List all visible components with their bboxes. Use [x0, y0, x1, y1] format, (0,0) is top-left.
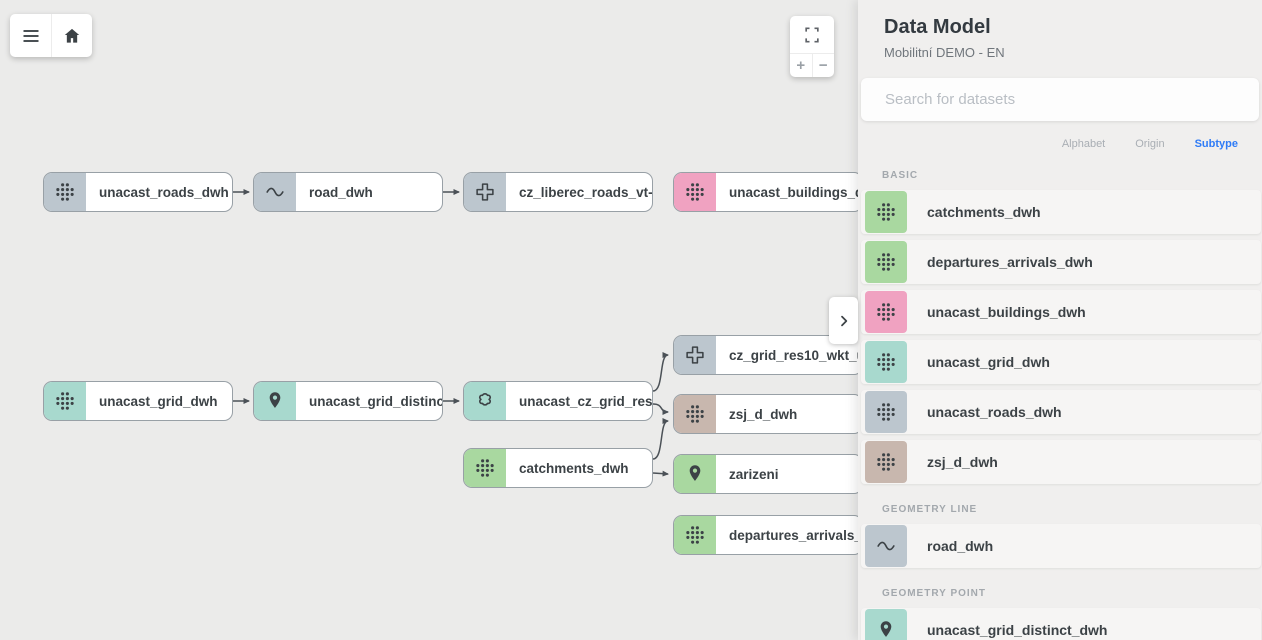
dataset-label: zsj_d_dwh [927, 454, 998, 470]
dots-grid-icon [44, 173, 86, 211]
dataset-row-zsj_d_dwh[interactable]: zsj_d_dwh [861, 440, 1261, 484]
puzzle-icon [674, 336, 716, 374]
dots-grid-icon [865, 391, 907, 433]
node-catchments_dwh[interactable]: catchments_dwh [463, 448, 653, 488]
home-icon [62, 26, 82, 46]
search-input[interactable] [861, 78, 1259, 121]
dots-grid-icon [865, 241, 907, 283]
section-label: GEOMETRY LINE [858, 490, 1262, 524]
dataset-label: unacast_grid_dwh [927, 354, 1050, 370]
edge-catchments_dwh-to-zarizeni [653, 473, 668, 474]
pin-icon [254, 382, 296, 420]
node-cz_liberec_roads[interactable]: cz_liberec_roads_vt-7 [463, 172, 653, 212]
dataset-label: unacast_buildings_dwh [927, 304, 1086, 320]
zoom-in-button[interactable]: + [790, 54, 812, 77]
edge-catchments_dwh-to-zsj_d_dwh [653, 421, 668, 459]
page-title: Data Model [884, 16, 1238, 39]
pin-icon [865, 609, 907, 640]
chevron-right-icon [836, 313, 852, 329]
node-label: departures_arrivals_d [716, 516, 863, 554]
dots-grid-icon [674, 173, 716, 211]
dots-grid-icon [674, 395, 716, 433]
puzzle-icon [464, 173, 506, 211]
search-wrap [861, 78, 1260, 121]
node-unacast_roads_dwh[interactable]: unacast_roads_dwh [43, 172, 233, 212]
node-label: unacast_grid_dwh [86, 382, 232, 420]
dataset-label: departures_arrivals_dwh [927, 254, 1093, 270]
data-model-panel: Data Model Mobilitní DEMO - EN Alphabet O… [858, 0, 1262, 640]
dots-grid-icon [865, 441, 907, 483]
node-unacast_buildings[interactable]: unacast_buildings_dw [673, 172, 863, 212]
node-label: catchments_dwh [506, 449, 652, 487]
dots-grid-icon [865, 191, 907, 233]
dataset-row-unacast_buildings_dwh[interactable]: unacast_buildings_dwh [861, 290, 1261, 334]
fullscreen-icon [802, 25, 822, 45]
node-unacast_cz_grid_res1[interactable]: unacast_cz_grid_res1 [463, 381, 653, 421]
dataset-row-catchments_dwh[interactable]: catchments_dwh [861, 190, 1261, 234]
zoom-out-button[interactable]: − [812, 54, 835, 77]
panel-header: Data Model Mobilitní DEMO - EN [858, 0, 1262, 60]
section-label: BASIC [858, 156, 1262, 190]
panel-subtitle: Mobilitní DEMO - EN [884, 45, 1238, 60]
dataset-row-unacast_roads_dwh[interactable]: unacast_roads_dwh [861, 390, 1261, 434]
dots-grid-icon [464, 449, 506, 487]
dataset-row-road_dwh[interactable]: road_dwh [861, 524, 1261, 568]
node-zsj_d_dwh[interactable]: zsj_d_dwh [673, 394, 863, 434]
node-label: road_dwh [296, 173, 442, 211]
node-label: zarizeni [716, 455, 862, 493]
home-button[interactable] [51, 14, 92, 57]
node-zarizeni[interactable]: zarizeni [673, 454, 863, 494]
sort-tab-origin[interactable]: Origin [1135, 138, 1164, 150]
dataset-label: catchments_dwh [927, 204, 1041, 220]
menu-icon [21, 26, 41, 46]
sort-tabs: Alphabet Origin Subtype [858, 121, 1262, 152]
blob-icon [464, 382, 506, 420]
dataset-label: unacast_grid_distinct_dwh [927, 622, 1107, 638]
node-label: unacast_buildings_dw [716, 173, 863, 211]
sort-tab-subtype[interactable]: Subtype [1195, 138, 1238, 150]
node-label: cz_liberec_roads_vt-7 [506, 173, 653, 211]
wave-icon [254, 173, 296, 211]
dataset-row-departures_arrivals_dwh[interactable]: departures_arrivals_dwh [861, 240, 1261, 284]
dataset-list: BASIC catchments_dwh departures_arrivals_d… [858, 152, 1262, 640]
fullscreen-button[interactable] [790, 16, 834, 54]
dataset-label: unacast_roads_dwh [927, 404, 1062, 420]
node-unacast_grid_distinct[interactable]: unacast_grid_distinct [253, 381, 443, 421]
dots-grid-icon [865, 291, 907, 333]
wave-icon [865, 525, 907, 567]
dots-grid-icon [865, 341, 907, 383]
dataset-row-unacast_grid_dwh[interactable]: unacast_grid_dwh [861, 340, 1261, 384]
sort-tab-alphabet[interactable]: Alphabet [1062, 138, 1105, 150]
node-unacast_grid_dwh[interactable]: unacast_grid_dwh [43, 381, 233, 421]
dots-grid-icon [674, 516, 716, 554]
edge-unacast_cz_grid_res1-to-cz_grid_res10 [653, 355, 668, 391]
node-departures_arrivals[interactable]: departures_arrivals_d [673, 515, 863, 555]
node-label: unacast_roads_dwh [86, 173, 232, 211]
zoom-card: + − [790, 16, 834, 77]
dots-grid-icon [44, 382, 86, 420]
node-label: unacast_grid_distinct [296, 382, 443, 420]
node-label: zsj_d_dwh [716, 395, 862, 433]
pin-icon [674, 455, 716, 493]
edge-unacast_cz_grid_res1-to-zsj_d_dwh [653, 404, 668, 412]
dataset-row-unacast_grid_distinct_dwh[interactable]: unacast_grid_distinct_dwh [861, 608, 1261, 640]
node-label: unacast_cz_grid_res1 [506, 382, 653, 420]
panel-toggle-button[interactable] [829, 297, 858, 344]
node-road_dwh[interactable]: road_dwh [253, 172, 443, 212]
dataset-label: road_dwh [927, 538, 993, 554]
section-label: GEOMETRY POINT [858, 574, 1262, 608]
menu-button[interactable] [10, 14, 51, 57]
nav-card [10, 14, 92, 57]
